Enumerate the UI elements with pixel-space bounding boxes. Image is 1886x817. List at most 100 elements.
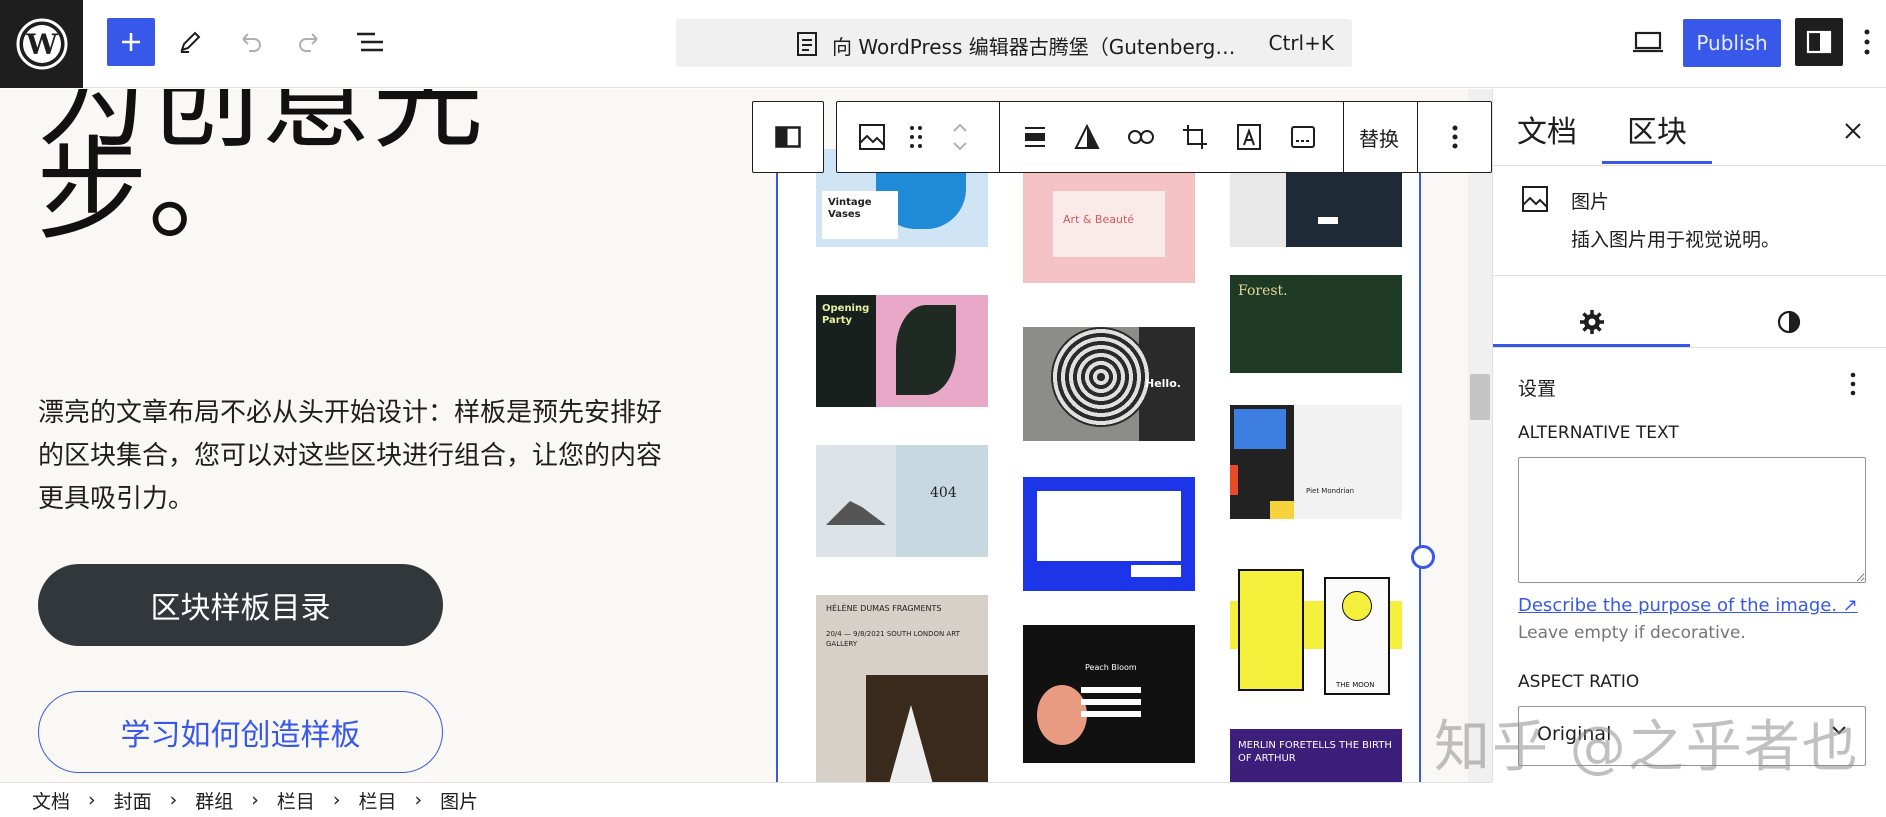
- breadcrumb-separator-icon: ›: [251, 789, 259, 811]
- tab-block[interactable]: 区块: [1627, 107, 1687, 151]
- link-icon: [1128, 130, 1154, 144]
- text-over-image-icon: [1237, 124, 1261, 150]
- redo-button[interactable]: [286, 18, 334, 66]
- hero-heading-line2[interactable]: 步。: [36, 132, 260, 251]
- caption-icon: [1291, 126, 1315, 148]
- canvas-scrollbar[interactable]: [1468, 89, 1492, 782]
- block-card-title: 图片: [1571, 191, 1610, 213]
- contrast-icon: [1777, 310, 1800, 334]
- pattern-thumb-gallery: HÉLÈNE DUMAS FRAGMENTS 20/4 — 9/8/2021 S…: [816, 595, 988, 782]
- sidebar-icon: [1806, 30, 1832, 54]
- more-vertical-icon: [1850, 372, 1856, 396]
- desktop-icon: [1633, 31, 1663, 53]
- align-center-icon: [1025, 127, 1045, 147]
- breadcrumb-separator-icon: ›: [88, 789, 96, 811]
- wordpress-icon: W: [16, 18, 67, 70]
- divider: [1493, 347, 1886, 348]
- panel-options-button[interactable]: [1838, 369, 1868, 399]
- breadcrumb-separator-icon: ›: [332, 789, 341, 811]
- view-button[interactable]: [1624, 18, 1672, 66]
- breadcrumb-item-current: 图片: [440, 790, 479, 813]
- alt-text-help: Leave empty if decorative.: [1518, 623, 1746, 643]
- pattern-title: 404: [930, 485, 957, 501]
- breadcrumb-item[interactable]: 封面: [114, 787, 152, 814]
- select-parent-button[interactable]: [752, 101, 824, 173]
- svg-text:W: W: [25, 28, 58, 61]
- chevron-up-down-icon: [953, 123, 967, 151]
- document-title: 向 WordPress 编辑器古腾堡（Gutenberg…: [832, 35, 1236, 59]
- pattern-directory-button[interactable]: 区块样板目录: [38, 564, 443, 646]
- block-type-button[interactable]: [847, 102, 897, 172]
- add-block-button[interactable]: [107, 18, 155, 66]
- settings-toggle-button[interactable]: [1795, 18, 1843, 66]
- breadcrumb-item[interactable]: 文档: [32, 787, 70, 814]
- tools-button[interactable]: [166, 18, 214, 66]
- wordpress-logo-button[interactable]: W: [0, 0, 83, 88]
- undo-button[interactable]: [226, 18, 274, 66]
- selected-image-block[interactable]: Vintage Vases Opening Party 404 HÉLÈNE D…: [776, 149, 1421, 782]
- undo-icon: [242, 33, 261, 52]
- align-button[interactable]: [1013, 102, 1057, 172]
- intro-paragraph[interactable]: 漂亮的文章布局不必从头开始设计：样板是预先安排好的区块集合，您可以对这些区块进行…: [38, 392, 678, 521]
- link-button[interactable]: [1119, 102, 1163, 172]
- breadcrumb-item[interactable]: 栏目: [277, 787, 315, 814]
- settings-sidebar: 文档 区块 图片 插入图片用于视觉说明。 设置 ALTERNATIVE TEXT…: [1492, 89, 1886, 782]
- pattern-thumb-hello: Hello.: [1023, 327, 1195, 441]
- text-overlay-button[interactable]: [1227, 102, 1271, 172]
- pattern-title: Opening Party: [822, 303, 870, 326]
- pattern-title: HÉLÈNE DUMAS FRAGMENTS: [826, 604, 942, 613]
- watermark: 知乎 @之乎者也: [1434, 715, 1860, 780]
- resize-handle[interactable]: [1411, 545, 1435, 569]
- caption-button[interactable]: [1281, 102, 1325, 172]
- breadcrumb-separator-icon: ›: [414, 789, 423, 811]
- block-options-button[interactable]: [1433, 102, 1477, 172]
- toolbar-divider: [999, 102, 1000, 172]
- move-up-down-buttons[interactable]: [945, 102, 975, 172]
- redo-icon: [299, 33, 318, 52]
- pattern-title: Art & Beauté: [1063, 213, 1135, 226]
- alt-text-help-link[interactable]: Describe the purpose of the image. ↗: [1518, 595, 1858, 616]
- page-icon: [797, 32, 817, 56]
- close-icon: [1845, 123, 1861, 139]
- breadcrumb-item[interactable]: 群组: [195, 787, 233, 814]
- tab-styles[interactable]: [1690, 292, 1886, 352]
- breadcrumb-item[interactable]: 栏目: [359, 787, 397, 814]
- pattern-title: Peach Bloom: [1085, 663, 1137, 672]
- pattern-thumb-opening: Opening Party: [816, 295, 988, 407]
- replace-button[interactable]: 替换: [1347, 102, 1411, 172]
- scrollbar-thumb[interactable]: [1470, 374, 1490, 420]
- image-icon: [859, 124, 885, 150]
- learn-patterns-button[interactable]: 学习如何创造样板: [38, 691, 443, 773]
- settings-panel-title: 设置: [1518, 378, 1557, 400]
- block-toolbar: 替换: [836, 101, 1492, 173]
- crop-button[interactable]: [1173, 102, 1217, 172]
- options-button[interactable]: [1852, 18, 1882, 66]
- shortcut-hint: Ctrl+K: [1268, 31, 1334, 55]
- pattern-thumb-art: Art & Beauté: [1023, 169, 1195, 283]
- publish-button[interactable]: Publish: [1683, 19, 1781, 67]
- pattern-title: Vintage Vases: [828, 197, 872, 220]
- pattern-thumb-404: 404: [816, 445, 988, 557]
- pattern-title: Hello.: [1145, 377, 1181, 390]
- block-card-description: 插入图片用于视觉说明。: [1571, 229, 1781, 251]
- alt-text-label: ALTERNATIVE TEXT: [1518, 423, 1679, 443]
- pattern-subtitle: 20/4 — 9/8/2021 SOUTH LONDON ART GALLERY: [826, 630, 960, 648]
- columns-icon: [775, 126, 801, 148]
- gear-icon: [1579, 310, 1604, 334]
- active-tab-indicator: [1602, 161, 1712, 164]
- alt-text-input[interactable]: [1518, 457, 1866, 583]
- toolbar-divider: [1417, 102, 1418, 172]
- pattern-thumb-merlin: MERLIN FORETELLS THE BIRTH OF ARTHUR: [1230, 729, 1402, 782]
- pattern-thumb-blue: [1023, 477, 1195, 591]
- close-sidebar-button[interactable]: [1833, 111, 1873, 151]
- duotone-button[interactable]: [1065, 102, 1109, 172]
- document-overview-button[interactable]: [346, 18, 394, 66]
- pattern-thumb-forest: Forest.: [1230, 275, 1402, 373]
- tab-document[interactable]: 文档: [1517, 107, 1577, 151]
- drag-icon: [910, 126, 922, 148]
- command-palette[interactable]: 向 WordPress 编辑器古腾堡（Gutenberg… Ctrl+K: [676, 19, 1352, 67]
- drag-handle[interactable]: [901, 102, 931, 172]
- editor-canvas[interactable]: 为创意先 步。 漂亮的文章布局不必从头开始设计：样板是预先安排好的区块集合，您可…: [0, 89, 1492, 782]
- tab-settings[interactable]: [1493, 292, 1690, 352]
- pencil-icon: [180, 31, 201, 53]
